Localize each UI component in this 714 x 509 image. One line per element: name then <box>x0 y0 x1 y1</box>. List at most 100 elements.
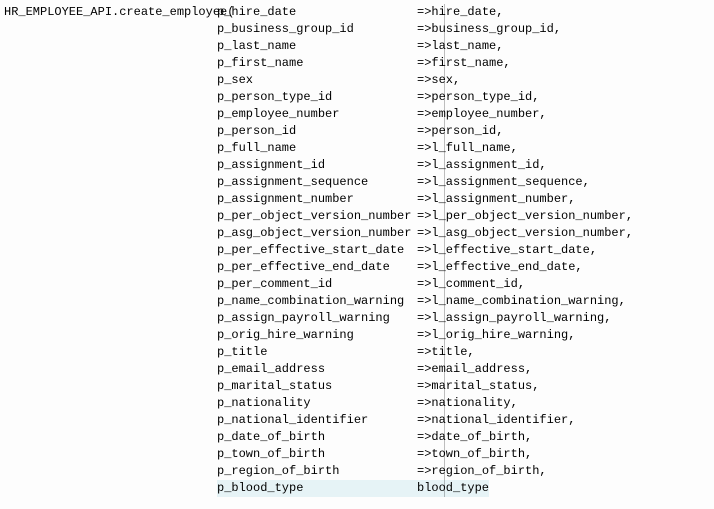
param-name: p_email_address <box>217 361 417 378</box>
arrow: => <box>417 191 431 208</box>
code-line[interactable]: p_per_effective_start_date=> l_effective… <box>4 242 710 259</box>
arrow: => <box>417 327 431 344</box>
param-name: p_town_of_birth <box>217 446 417 463</box>
code-line[interactable]: p_title=> title, <box>4 344 710 361</box>
code-line[interactable]: p_national_identifier=> national_identif… <box>4 412 710 429</box>
param-value: l_assignment_id, <box>431 158 546 172</box>
param-name: p_region_of_birth <box>217 463 417 480</box>
code-line[interactable]: p_per_effective_end_date=> l_effective_e… <box>4 259 710 276</box>
arrow: => <box>417 276 431 293</box>
param-value: last_name, <box>431 39 503 53</box>
code-line[interactable]: p_region_of_birth=> region_of_birth, <box>4 463 710 480</box>
param-name: p_business_group_id <box>217 21 417 38</box>
arrow: => <box>417 412 431 429</box>
param-name: p_per_effective_end_date <box>217 259 417 276</box>
param-name: p_marital_status <box>217 378 417 395</box>
param-value: l_assign_payroll_warning, <box>431 311 611 325</box>
param-value: l_orig_hire_warning, <box>431 328 575 342</box>
param-name: p_hire_date <box>217 4 417 21</box>
param-name: p_date_of_birth <box>217 429 417 446</box>
code-line[interactable]: p_assignment_id=> l_assignment_id, <box>4 157 710 174</box>
param-name: p_assignment_id <box>217 157 417 174</box>
code-line[interactable]: p_business_group_id=> business_group_id, <box>4 21 710 38</box>
param-value: person_id, <box>431 124 503 138</box>
code-line[interactable]: p_orig_hire_warning=> l_orig_hire_warnin… <box>4 327 710 344</box>
arrow: => <box>417 72 431 89</box>
param-value: l_comment_id, <box>431 277 525 291</box>
param-name: p_blood_type <box>217 480 417 497</box>
code-editor[interactable]: HR_EMPLOYEE_API.create_employee(p_hire_d… <box>4 4 710 497</box>
arrow: => <box>417 89 431 106</box>
param-value: blood_type <box>417 480 489 497</box>
param-name: p_employee_number <box>217 106 417 123</box>
code-line[interactable]: p_employee_number=> employee_number, <box>4 106 710 123</box>
arrow: => <box>417 395 431 412</box>
arrow: => <box>417 446 431 463</box>
param-value: hire_date, <box>431 5 503 19</box>
arrow: => <box>417 361 431 378</box>
param-value: l_effective_start_date, <box>431 243 597 257</box>
param-value: l_asg_object_version_number, <box>431 226 633 240</box>
code-line[interactable]: p_town_of_birth=> town_of_birth, <box>4 446 710 463</box>
param-name: p_assignment_number <box>217 191 417 208</box>
arrow: => <box>417 344 431 361</box>
param-value: l_effective_end_date, <box>431 260 582 274</box>
arrow: => <box>417 38 431 55</box>
code-line[interactable]: p_date_of_birth=> date_of_birth, <box>4 429 710 446</box>
arrow: => <box>417 310 431 327</box>
param-value: title, <box>431 345 474 359</box>
cursor-indicator <box>444 4 445 497</box>
code-line[interactable]: p_blood_type blood_type <box>4 480 710 497</box>
code-line[interactable]: p_marital_status=> marital_status, <box>4 378 710 395</box>
code-line[interactable]: p_per_object_version_number=> l_per_obje… <box>4 208 710 225</box>
param-name: p_first_name <box>217 55 417 72</box>
code-line[interactable]: p_sex=> sex, <box>4 72 710 89</box>
code-line[interactable]: p_person_type_id=> person_type_id, <box>4 89 710 106</box>
arrow: => <box>417 140 431 157</box>
param-value: town_of_birth, <box>431 447 532 461</box>
param-value: national_identifier, <box>431 413 575 427</box>
code-line[interactable]: p_name_combination_warning=> l_name_comb… <box>4 293 710 310</box>
code-line[interactable]: p_per_comment_id=> l_comment_id, <box>4 276 710 293</box>
code-line[interactable]: p_assignment_sequence=> l_assignment_seq… <box>4 174 710 191</box>
code-line[interactable]: p_assign_payroll_warning=> l_assign_payr… <box>4 310 710 327</box>
param-value: person_type_id, <box>431 90 539 104</box>
param-name: p_full_name <box>217 140 417 157</box>
param-name: p_person_type_id <box>217 89 417 106</box>
param-name: p_national_identifier <box>217 412 417 429</box>
call-prefix: HR_EMPLOYEE_API.create_employee( <box>4 4 217 21</box>
code-line[interactable]: p_assignment_number=> l_assignment_numbe… <box>4 191 710 208</box>
code-line[interactable]: p_email_address=> email_address, <box>4 361 710 378</box>
param-value: l_name_combination_warning, <box>431 294 625 308</box>
arrow: => <box>417 174 431 191</box>
param-name: p_per_object_version_number <box>217 208 417 225</box>
param-name: p_assignment_sequence <box>217 174 417 191</box>
arrow: => <box>417 55 431 72</box>
param-name: p_name_combination_warning <box>217 293 417 310</box>
param-value: email_address, <box>431 362 532 376</box>
param-value: l_assignment_sequence, <box>431 175 589 189</box>
param-value: employee_number, <box>431 107 546 121</box>
code-line[interactable]: p_first_name=> first_name, <box>4 55 710 72</box>
arrow: => <box>417 225 431 242</box>
code-line[interactable]: HR_EMPLOYEE_API.create_employee(p_hire_d… <box>4 4 710 21</box>
code-line[interactable]: p_last_name=> last_name, <box>4 38 710 55</box>
param-name: p_last_name <box>217 38 417 55</box>
arrow: => <box>417 123 431 140</box>
code-line[interactable]: p_full_name=> l_full_name, <box>4 140 710 157</box>
param-value: date_of_birth, <box>431 430 532 444</box>
code-line[interactable]: p_asg_object_version_number=> l_asg_obje… <box>4 225 710 242</box>
param-name: p_per_effective_start_date <box>217 242 417 259</box>
param-value: marital_status, <box>431 379 539 393</box>
code-line[interactable]: p_nationality=> nationality, <box>4 395 710 412</box>
arrow: => <box>417 242 431 259</box>
param-value: l_per_object_version_number, <box>431 209 633 223</box>
param-name: p_asg_object_version_number <box>217 225 417 242</box>
arrow: => <box>417 429 431 446</box>
param-name: p_title <box>217 344 417 361</box>
code-line[interactable]: p_person_id=> person_id, <box>4 123 710 140</box>
arrow: => <box>417 463 431 480</box>
param-value: business_group_id, <box>431 22 561 36</box>
arrow: => <box>417 157 431 174</box>
param-name: p_per_comment_id <box>217 276 417 293</box>
